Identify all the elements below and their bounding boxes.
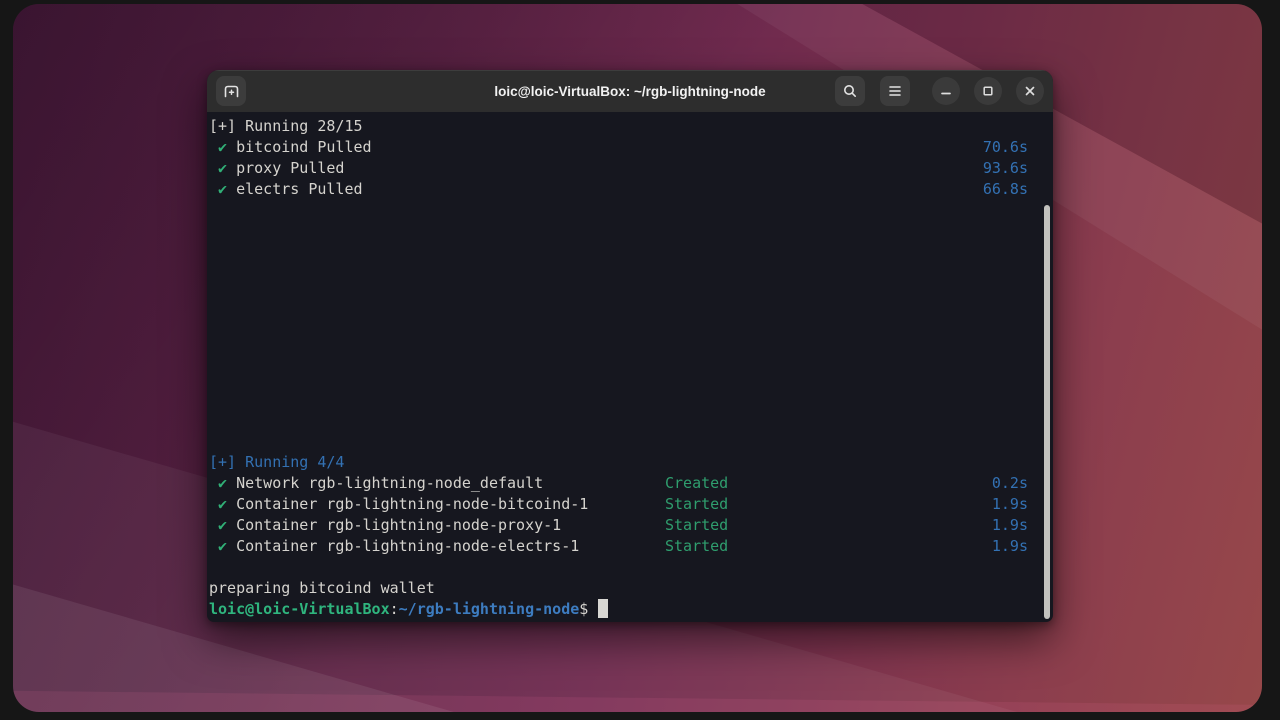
terminal-line: preparing bitcoind wallet	[209, 578, 1051, 599]
terminal-text: 0.2s	[992, 473, 1028, 494]
terminal-line	[209, 389, 1051, 410]
menu-button[interactable]	[880, 76, 910, 106]
maximize-icon	[982, 85, 994, 97]
terminal-text: ✔	[218, 474, 227, 492]
terminal-text: electrs Pulled	[227, 180, 362, 198]
terminal-text: Started	[665, 536, 728, 557]
new-tab-icon	[223, 83, 240, 100]
terminal-scrollbar[interactable]	[1044, 205, 1050, 619]
terminal-text: :	[390, 600, 399, 618]
terminal-text	[209, 180, 218, 198]
terminal-line: ✔ proxy Pulled 93.6s	[209, 158, 1051, 179]
terminal-text: ✔	[218, 495, 227, 513]
terminal-text	[209, 537, 218, 555]
maximize-button[interactable]	[974, 77, 1002, 105]
terminal-line	[209, 431, 1051, 452]
terminal-text: Started	[665, 494, 728, 515]
terminal-text	[209, 138, 218, 156]
terminal-line: ✔ Container rgb-lightning-node-proxy-1 St…	[209, 515, 1051, 536]
terminal-text: Created	[665, 473, 728, 494]
close-icon	[1024, 85, 1036, 97]
terminal-line	[209, 368, 1051, 389]
terminal-line	[209, 305, 1051, 326]
terminal-text: 1.9s	[992, 536, 1028, 557]
terminal-text: preparing bitcoind wallet	[209, 579, 435, 597]
terminal-text: Container rgb-lightning-node-electrs-1	[227, 537, 579, 555]
terminal-line: ✔ Network rgb-lightning-node_default Crea…	[209, 473, 1051, 494]
terminal-line	[209, 263, 1051, 284]
terminal-line: loic@loic-VirtualBox:~/rgb-lightning-nod…	[209, 599, 1051, 620]
terminal-line: [+] Running 4/4	[209, 452, 1051, 473]
terminal-text: ~/rgb-lightning-node	[399, 600, 580, 618]
terminal-text: ✔	[218, 180, 227, 198]
terminal-line	[209, 200, 1051, 221]
close-button[interactable]	[1016, 77, 1044, 105]
terminal-text: [+] Running 4/4	[209, 453, 344, 471]
terminal-text: ✔	[218, 516, 227, 534]
search-icon	[842, 83, 858, 99]
terminal-text	[209, 495, 218, 513]
terminal-text	[209, 516, 218, 534]
terminal-text: 93.6s	[983, 158, 1028, 179]
terminal-line	[209, 557, 1051, 578]
terminal-text: ✔	[218, 159, 227, 177]
terminal-line: [+] Running 28/15	[209, 116, 1051, 137]
terminal-text: 70.6s	[983, 137, 1028, 158]
terminal-text: ✔	[218, 138, 227, 156]
terminal-line	[209, 242, 1051, 263]
terminal-text: $	[579, 600, 597, 618]
terminal-text: loic@loic-VirtualBox	[209, 600, 390, 618]
terminal-line	[209, 347, 1051, 368]
terminal-text: Started	[665, 515, 728, 536]
terminal-line: ✔ electrs Pulled 66.8s	[209, 179, 1051, 200]
terminal-text	[209, 474, 218, 492]
terminal-line	[209, 221, 1051, 242]
terminal-line: ✔ Container rgb-lightning-node-bitcoind-…	[209, 494, 1051, 515]
terminal-line	[209, 326, 1051, 347]
search-button[interactable]	[835, 76, 865, 106]
terminal-text: bitcoind Pulled	[227, 138, 372, 156]
terminal-line: ✔ bitcoind Pulled 70.6s	[209, 137, 1051, 158]
terminal-text: 1.9s	[992, 515, 1028, 536]
terminal-cursor	[598, 599, 608, 618]
desktop: loic@loic-VirtualBox: ~/rgb-lightning-no…	[0, 0, 1280, 720]
terminal-text: Container rgb-lightning-node-proxy-1	[227, 516, 561, 534]
terminal-text: Network rgb-lightning-node_default	[227, 474, 543, 492]
terminal-text: 1.9s	[992, 494, 1028, 515]
terminal-content[interactable]: [+] Running 28/15 ✔ bitcoind Pulled 70.6s…	[207, 112, 1053, 622]
minimize-icon	[940, 85, 952, 97]
terminal-text: [+] Running 28/15	[209, 117, 363, 135]
terminal-titlebar[interactable]: loic@loic-VirtualBox: ~/rgb-lightning-no…	[207, 70, 1053, 112]
minimize-button[interactable]	[932, 77, 960, 105]
terminal-text: proxy Pulled	[227, 159, 344, 177]
terminal-text	[209, 159, 218, 177]
terminal-text: 66.8s	[983, 179, 1028, 200]
terminal-line	[209, 410, 1051, 431]
terminal-line: ✔ Container rgb-lightning-node-electrs-1…	[209, 536, 1051, 557]
hamburger-icon	[888, 85, 902, 97]
terminal-text: ✔	[218, 537, 227, 555]
terminal-text: Container rgb-lightning-node-bitcoind-1	[227, 495, 588, 513]
terminal-line	[209, 284, 1051, 305]
new-tab-button[interactable]	[216, 76, 246, 106]
terminal-window: loic@loic-VirtualBox: ~/rgb-lightning-no…	[207, 70, 1053, 622]
